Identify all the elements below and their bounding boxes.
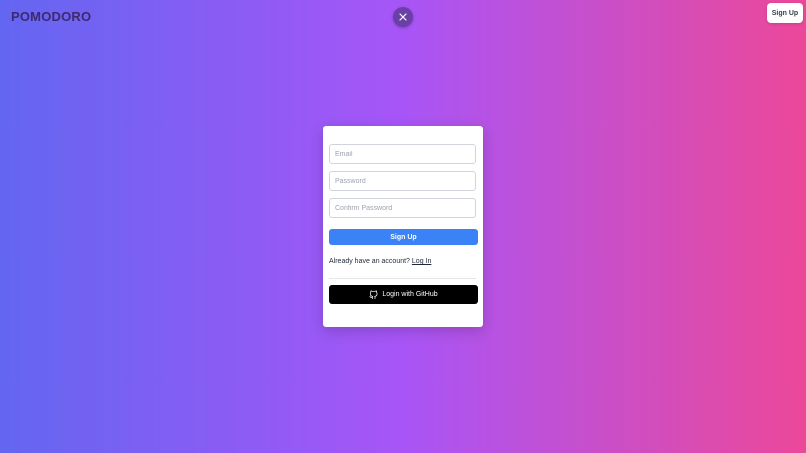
password-field[interactable] (329, 171, 476, 191)
login-prompt: Already have an account? Log In (329, 258, 431, 265)
login-link[interactable]: Log In (412, 258, 431, 265)
close-modal-button[interactable] (393, 7, 413, 27)
confirm-password-field[interactable] (329, 198, 476, 218)
account-prompt-text: Already have an account? (329, 258, 410, 265)
app-logo-text: POMODORO (11, 9, 92, 24)
divider (329, 278, 476, 279)
close-icon (399, 13, 407, 21)
signup-modal: Sign Up Already have an account? Log In … (323, 126, 483, 327)
github-login-button[interactable]: Login with GitHub (329, 285, 478, 304)
github-button-label: Login with GitHub (382, 291, 438, 298)
signup-submit-button[interactable]: Sign Up (329, 229, 478, 245)
email-field[interactable] (329, 144, 476, 164)
header-signup-button[interactable]: Sign Up (767, 3, 803, 23)
github-icon (369, 289, 378, 300)
